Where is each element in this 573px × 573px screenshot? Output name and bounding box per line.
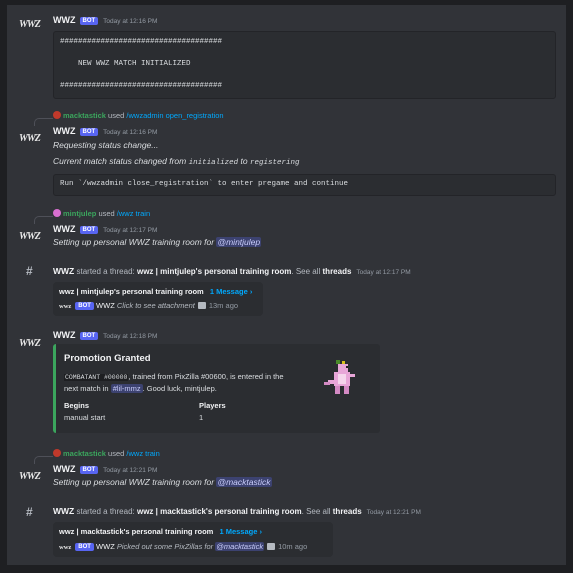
combatant-code: COMBATANT #00000: [64, 374, 129, 381]
user-mention[interactable]: @mintjulep: [216, 237, 262, 247]
timestamp: Today at 12:18 PM: [103, 333, 158, 340]
timestamp: Today at 12:21 PM: [366, 509, 421, 516]
command-name[interactable]: /wwzadmin open_registration: [126, 111, 223, 120]
command-reply: mintjulep used /wwz train: [53, 209, 150, 218]
thread-name[interactable]: wwz | macktastick's personal training ro…: [137, 507, 302, 516]
bot-avatar[interactable]: WWZ: [19, 471, 43, 489]
thread-card-title[interactable]: wwz | macktastick's personal training ro…: [59, 527, 213, 536]
preview-avatar: wwz: [59, 544, 72, 551]
message-header: WWZ BOT Today at 12:18 PM: [53, 330, 157, 340]
user-avatar-mini[interactable]: [53, 111, 61, 119]
field-name-begins: Begins: [64, 401, 90, 410]
bot-avatar[interactable]: WWZ: [19, 19, 43, 37]
author-name[interactable]: WWZ: [53, 126, 76, 136]
command-user[interactable]: macktastick: [63, 111, 106, 120]
command-reply: macktastick used /wwzadmin open_registra…: [53, 111, 224, 120]
used-label: used: [98, 209, 115, 218]
thread-icon: #: [26, 505, 33, 519]
command-name[interactable]: /wwz train: [117, 209, 150, 218]
timestamp: Today at 12:16 PM: [103, 18, 158, 25]
timestamp: Today at 12:16 PM: [103, 129, 158, 136]
code-block: Run `/wwzadmin close_registration` to en…: [53, 174, 556, 196]
author-name[interactable]: WWZ: [53, 506, 74, 516]
thread-notice: WWZ started a thread: wwz | macktastick'…: [53, 506, 421, 516]
image-icon: [197, 302, 206, 309]
thread-card-header: wwz | mintjulep's personal training room…: [59, 287, 252, 296]
author-name[interactable]: WWZ: [53, 464, 76, 474]
user-avatar-mini[interactable]: [53, 209, 61, 217]
thread-preview: wwz BOT WWZ Picked out some PixZillas for…: [59, 542, 308, 551]
preview-text: Picked out some PixZillas for: [116, 542, 214, 551]
status-to: registering: [249, 159, 300, 167]
bot-avatar[interactable]: WWZ: [19, 231, 43, 249]
timestamp: Today at 12:21 PM: [103, 467, 158, 474]
image-icon: [267, 543, 276, 550]
used-label: used: [108, 449, 125, 458]
message-line: Current match status changed from initia…: [53, 156, 300, 167]
author-name[interactable]: WWZ: [53, 266, 74, 276]
threads-link[interactable]: threads: [333, 507, 362, 516]
bot-badge: BOT: [79, 466, 99, 474]
bot-badge: BOT: [79, 17, 99, 25]
message-line: Setting up personal WWZ training room fo…: [53, 237, 262, 247]
command-reply: macktastick used /wwz train: [53, 449, 160, 458]
message-line: Setting up personal WWZ training room fo…: [53, 477, 272, 487]
message-header: WWZ BOT Today at 12:16 PM: [53, 126, 157, 136]
thread-name[interactable]: wwz | mintjulep's personal training room: [137, 267, 291, 276]
thread-icon: #: [26, 264, 33, 278]
reply-connector: [34, 216, 53, 224]
code-block: #################################### NEW…: [53, 31, 556, 99]
status-from: initialized: [188, 159, 239, 167]
reply-connector: [34, 118, 53, 126]
thread-card[interactable]: wwz | macktastick's personal training ro…: [53, 522, 333, 557]
message-header: WWZ BOT Today at 12:21 PM: [53, 464, 157, 474]
message-count-link[interactable]: 1 Message ›: [219, 527, 262, 536]
field-name-players: Players: [199, 401, 226, 410]
pixzilla-thumbnail[interactable]: [324, 360, 360, 400]
preview-time: 13m ago: [208, 301, 239, 310]
author-name[interactable]: WWZ: [53, 330, 76, 340]
bot-badge: BOT: [79, 226, 99, 234]
message-count-link[interactable]: 1 Message ›: [210, 287, 253, 296]
message-header: WWZ BOT Today at 12:16 PM: [53, 15, 157, 25]
embed-description: COMBATANT #00000, trained from PixZilla …: [64, 372, 284, 393]
message-header: WWZ BOT Today at 12:17 PM: [53, 224, 157, 234]
thread-card-title[interactable]: wwz | mintjulep's personal training room: [59, 287, 204, 296]
reply-connector: [34, 456, 53, 464]
author-name[interactable]: WWZ: [53, 224, 76, 234]
embed-card: Promotion Granted COMBATANT #00000, trai…: [53, 344, 380, 433]
user-avatar-mini[interactable]: [53, 449, 61, 457]
channel-link[interactable]: #lil-mmz: [110, 384, 143, 393]
thread-preview: wwz BOT WWZ Click to see attachment 13m ag…: [59, 301, 239, 310]
preview-text: Click to see attachment: [116, 301, 195, 310]
field-value-players: 1: [199, 413, 204, 422]
threads-link[interactable]: threads: [323, 267, 352, 276]
bot-avatar[interactable]: WWZ: [19, 133, 43, 151]
timestamp: Today at 12:17 PM: [103, 227, 158, 234]
preview-time: 10m ago: [278, 542, 308, 551]
field-value-begins: manual start: [64, 413, 106, 422]
chat-view: WWZ WWZ BOT Today at 12:16 PM ############…: [7, 5, 566, 565]
used-label: used: [108, 111, 125, 120]
command-user[interactable]: mintjulep: [63, 209, 96, 218]
command-user[interactable]: macktastick: [63, 449, 106, 458]
timestamp: Today at 12:17 PM: [356, 269, 411, 276]
user-mention[interactable]: @macktastick: [216, 477, 272, 487]
thread-card-header: wwz | macktastick's personal training ro…: [59, 527, 262, 536]
user-mention[interactable]: @macktastick: [215, 542, 265, 551]
author-name[interactable]: WWZ: [53, 15, 76, 25]
bot-badge: BOT: [79, 128, 99, 136]
thread-card[interactable]: wwz | mintjulep's personal training room…: [53, 282, 263, 316]
command-name[interactable]: /wwz train: [126, 449, 159, 458]
message-line: Requesting status change...: [53, 140, 159, 150]
bot-avatar[interactable]: WWZ: [19, 338, 43, 356]
preview-avatar: wwz: [59, 303, 72, 310]
thread-notice: WWZ started a thread: wwz | mintjulep's …: [53, 266, 411, 276]
embed-title: Promotion Granted: [64, 353, 151, 364]
bot-badge: BOT: [79, 332, 99, 340]
